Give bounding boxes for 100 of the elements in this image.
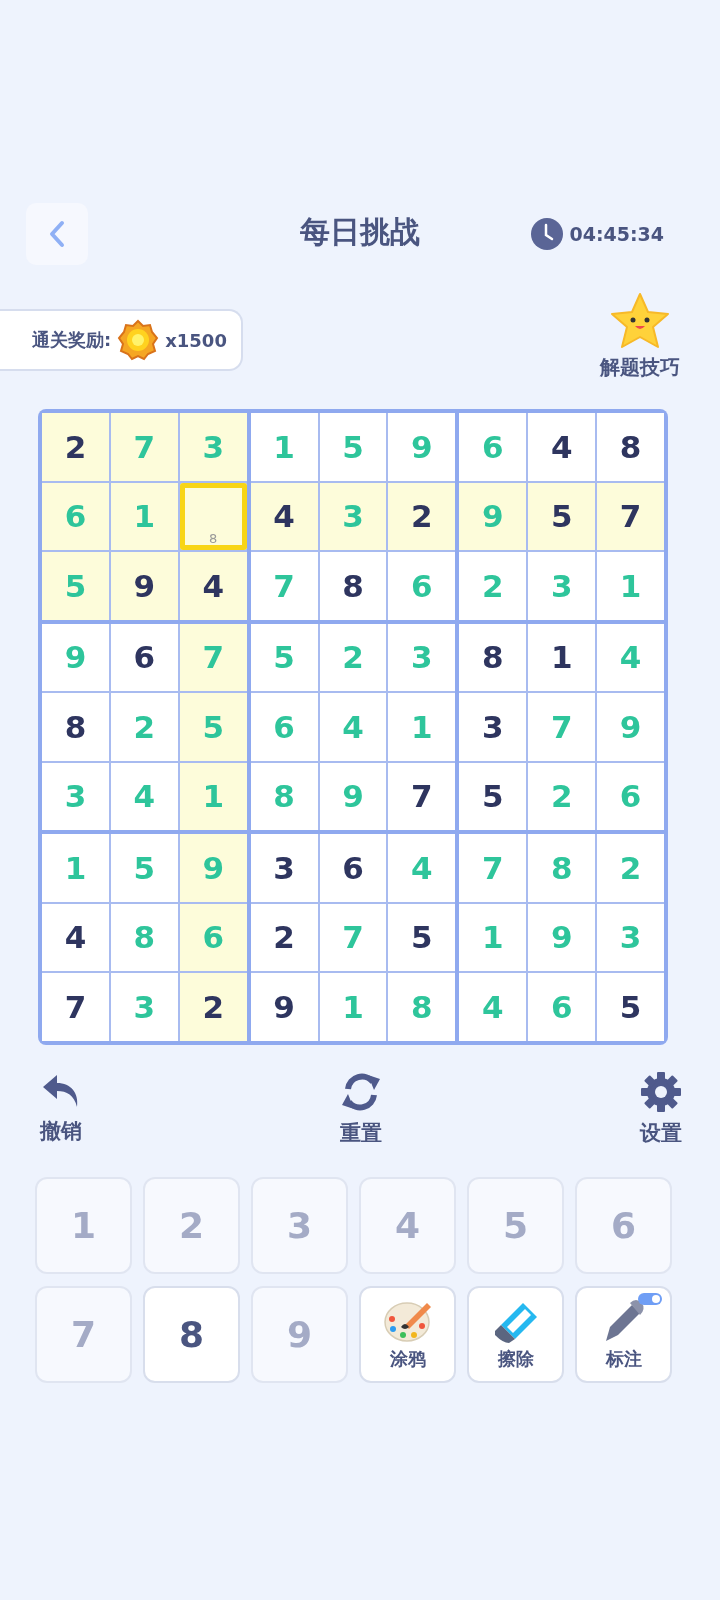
sudoku-cell[interactable]: 9: [388, 413, 456, 481]
sudoku-cell[interactable]: 1: [459, 903, 527, 971]
sudoku-cell[interactable]: 6: [42, 482, 109, 550]
sudoku-cell[interactable]: 1: [597, 552, 664, 620]
sudoku-cell[interactable]: 1: [110, 482, 178, 550]
toggle-switch[interactable]: [638, 1292, 662, 1305]
sudoku-cell[interactable]: 5: [459, 762, 527, 830]
sudoku-cell[interactable]: 8: [319, 552, 387, 620]
sudoku-cell[interactable]: 3: [110, 973, 178, 1041]
sudoku-cell[interactable]: 4: [388, 834, 456, 902]
sudoku-cell[interactable]: 6: [319, 834, 387, 902]
undo-button[interactable]: 撤销: [40, 1070, 82, 1147]
sudoku-cell[interactable]: 8: [179, 482, 247, 550]
sudoku-cell[interactable]: 1: [388, 693, 456, 761]
sudoku-cell[interactable]: 6: [459, 413, 527, 481]
sudoku-cell[interactable]: 4: [179, 552, 247, 620]
sudoku-cell[interactable]: 2: [388, 482, 456, 550]
sudoku-cell[interactable]: 3: [597, 903, 664, 971]
sudoku-cell[interactable]: 6: [250, 693, 318, 761]
sudoku-cell[interactable]: 2: [110, 693, 178, 761]
sudoku-cell[interactable]: 4: [597, 623, 664, 691]
sudoku-cell[interactable]: 7: [528, 693, 596, 761]
tool-button[interactable]: 标注: [575, 1285, 672, 1383]
sudoku-cell[interactable]: 6: [179, 903, 247, 971]
back-button[interactable]: [26, 203, 88, 265]
sudoku-cell[interactable]: 2: [179, 973, 247, 1041]
sudoku-cell[interactable]: 2: [42, 413, 109, 481]
sudoku-cell[interactable]: 5: [597, 973, 664, 1041]
sudoku-cell[interactable]: 9: [42, 623, 109, 691]
tips-button[interactable]: 解题技巧: [600, 292, 680, 381]
sudoku-cell[interactable]: 8: [528, 834, 596, 902]
sudoku-cell[interactable]: 3: [250, 834, 318, 902]
sudoku-cell[interactable]: 8: [597, 413, 664, 481]
sudoku-cell[interactable]: 3: [179, 413, 247, 481]
sudoku-cell[interactable]: 7: [319, 903, 387, 971]
sudoku-cell[interactable]: 2: [459, 552, 527, 620]
reward-amount: x1500: [165, 329, 227, 351]
sudoku-cell[interactable]: 8: [42, 693, 109, 761]
sudoku-cell[interactable]: 7: [42, 973, 109, 1041]
sudoku-cell[interactable]: 6: [528, 973, 596, 1041]
tool-button[interactable]: 涂鸦: [359, 1285, 456, 1383]
reset-button[interactable]: 重置: [340, 1070, 382, 1147]
sudoku-cell[interactable]: 7: [110, 413, 178, 481]
sudoku-cell[interactable]: 4: [459, 973, 527, 1041]
sudoku-cell[interactable]: 1: [179, 762, 247, 830]
tool-label: 擦除: [497, 1347, 534, 1371]
sudoku-cell[interactable]: 1: [42, 834, 109, 902]
sudoku-cell[interactable]: 5: [110, 834, 178, 902]
sudoku-cell[interactable]: 7: [388, 762, 456, 830]
pencil-note: 8: [209, 531, 218, 546]
sudoku-cell[interactable]: 1: [528, 623, 596, 691]
sudoku-cell[interactable]: 4: [319, 693, 387, 761]
sudoku-cell[interactable]: 2: [528, 762, 596, 830]
sudoku-cell[interactable]: 8: [459, 623, 527, 691]
sudoku-cell[interactable]: 8: [250, 762, 318, 830]
sudoku-cell[interactable]: 9: [319, 762, 387, 830]
sudoku-cell[interactable]: 6: [388, 552, 456, 620]
back-icon: [47, 219, 67, 249]
sudoku-cell[interactable]: 4: [110, 762, 178, 830]
sudoku-cell[interactable]: 6: [110, 623, 178, 691]
sudoku-cell[interactable]: 6: [597, 762, 664, 830]
sudoku-cell[interactable]: 5: [42, 552, 109, 620]
sudoku-cell[interactable]: 7: [179, 623, 247, 691]
sudoku-cell[interactable]: 2: [319, 623, 387, 691]
sudoku-cell[interactable]: 9: [528, 903, 596, 971]
sudoku-cell[interactable]: 5: [179, 693, 247, 761]
sudoku-cell[interactable]: 7: [459, 834, 527, 902]
sudoku-cell[interactable]: 4: [42, 903, 109, 971]
page-title: 每日挑战: [300, 214, 420, 249]
sudoku-cell[interactable]: 2: [597, 834, 664, 902]
coin-icon: [117, 319, 160, 361]
number-key[interactable]: 8: [143, 1285, 240, 1383]
sudoku-cell[interactable]: 5: [319, 413, 387, 481]
sudoku-cell[interactable]: 3: [319, 482, 387, 550]
sudoku-cell[interactable]: 1: [250, 413, 318, 481]
sudoku-cell[interactable]: 9: [459, 482, 527, 550]
sudoku-cell[interactable]: 7: [597, 482, 664, 550]
sudoku-cell[interactable]: 1: [319, 973, 387, 1041]
sudoku-cell[interactable]: 3: [459, 693, 527, 761]
sudoku-cell[interactable]: 9: [250, 973, 318, 1041]
sudoku-cell[interactable]: 7: [250, 552, 318, 620]
sudoku-cell[interactable]: 3: [528, 552, 596, 620]
sudoku-cell[interactable]: 3: [388, 623, 456, 691]
sudoku-cell[interactable]: 4: [528, 413, 596, 481]
sudoku-cell[interactable]: 4: [250, 482, 318, 550]
sudoku-cell[interactable]: 8: [388, 973, 456, 1041]
sudoku-cell[interactable]: 9: [597, 693, 664, 761]
reward-label: 通关奖励:: [32, 328, 112, 352]
settings-icon: [640, 1070, 682, 1113]
tool-button[interactable]: 擦除: [467, 1285, 564, 1383]
sudoku-cell[interactable]: 2: [250, 903, 318, 971]
sudoku-cell[interactable]: 8: [110, 903, 178, 971]
sudoku-cell[interactable]: 9: [110, 552, 178, 620]
sudoku-cell[interactable]: 9: [179, 834, 247, 902]
sudoku-cell[interactable]: 5: [388, 903, 456, 971]
settings-button[interactable]: 设置: [640, 1070, 682, 1147]
sudoku-cell[interactable]: 3: [42, 762, 109, 830]
sudoku-cell[interactable]: 5: [528, 482, 596, 550]
sudoku-cell[interactable]: 5: [250, 623, 318, 691]
timer-text: 04:45:34: [569, 223, 664, 245]
